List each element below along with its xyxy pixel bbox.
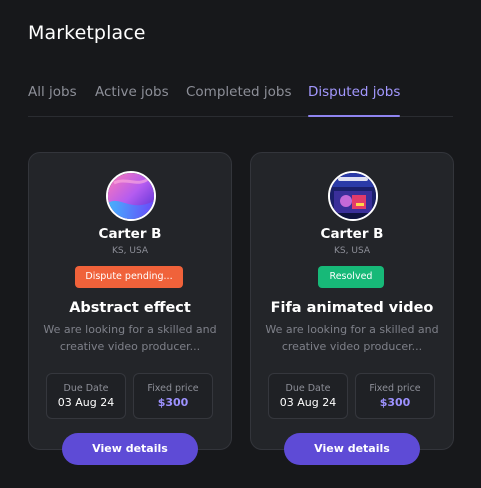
view-details-button[interactable]: View details [62, 433, 198, 465]
due-date-value: 03 Aug 24 [57, 396, 115, 409]
due-date-value: 03 Aug 24 [279, 396, 337, 409]
job-card-fifa-animated-video: Carter B KS, USA Resolved Fifa animated … [250, 152, 454, 450]
tab-active-jobs[interactable]: Active jobs [95, 84, 169, 100]
price-label: Fixed price [147, 383, 199, 394]
price-box: Fixed price $300 [355, 373, 435, 419]
job-description: We are looking for a skilled and creativ… [43, 323, 217, 353]
tab-disputed-jobs[interactable]: Disputed jobs [308, 84, 400, 100]
view-details-button[interactable]: View details [284, 433, 420, 465]
due-date-label: Due Date [285, 383, 331, 394]
page-title: Marketplace [28, 22, 146, 44]
avatar [328, 171, 378, 221]
user-name: Carter B [98, 226, 162, 242]
price-box: Fixed price $300 [133, 373, 213, 419]
job-title: Abstract effect [69, 300, 191, 316]
user-location: KS, USA [112, 246, 148, 256]
job-title: Fifa animated video [270, 300, 434, 316]
status-badge: Dispute pending... [75, 266, 183, 288]
abstract-avatar-image [108, 173, 154, 219]
due-date-box: Due Date 03 Aug 24 [46, 373, 126, 419]
status-badge: Resolved [318, 266, 384, 288]
due-date-box: Due Date 03 Aug 24 [268, 373, 348, 419]
tab-bar: All jobs Active jobs Completed jobs Disp… [28, 84, 453, 117]
fifa-avatar-image [330, 173, 376, 219]
job-card-abstract-effect: Carter B KS, USA Dispute pending... Abst… [28, 152, 232, 450]
user-location: KS, USA [334, 246, 370, 256]
avatar [106, 171, 156, 221]
tab-completed-jobs[interactable]: Completed jobs [186, 84, 292, 100]
price-value: $300 [157, 396, 189, 409]
user-name: Carter B [320, 226, 384, 242]
job-description: We are looking for a skilled and creativ… [265, 323, 439, 353]
price-label: Fixed price [369, 383, 421, 394]
tab-all-jobs[interactable]: All jobs [28, 84, 77, 100]
active-tab-indicator [308, 115, 400, 117]
due-date-label: Due Date [63, 383, 109, 394]
price-value: $300 [379, 396, 411, 409]
